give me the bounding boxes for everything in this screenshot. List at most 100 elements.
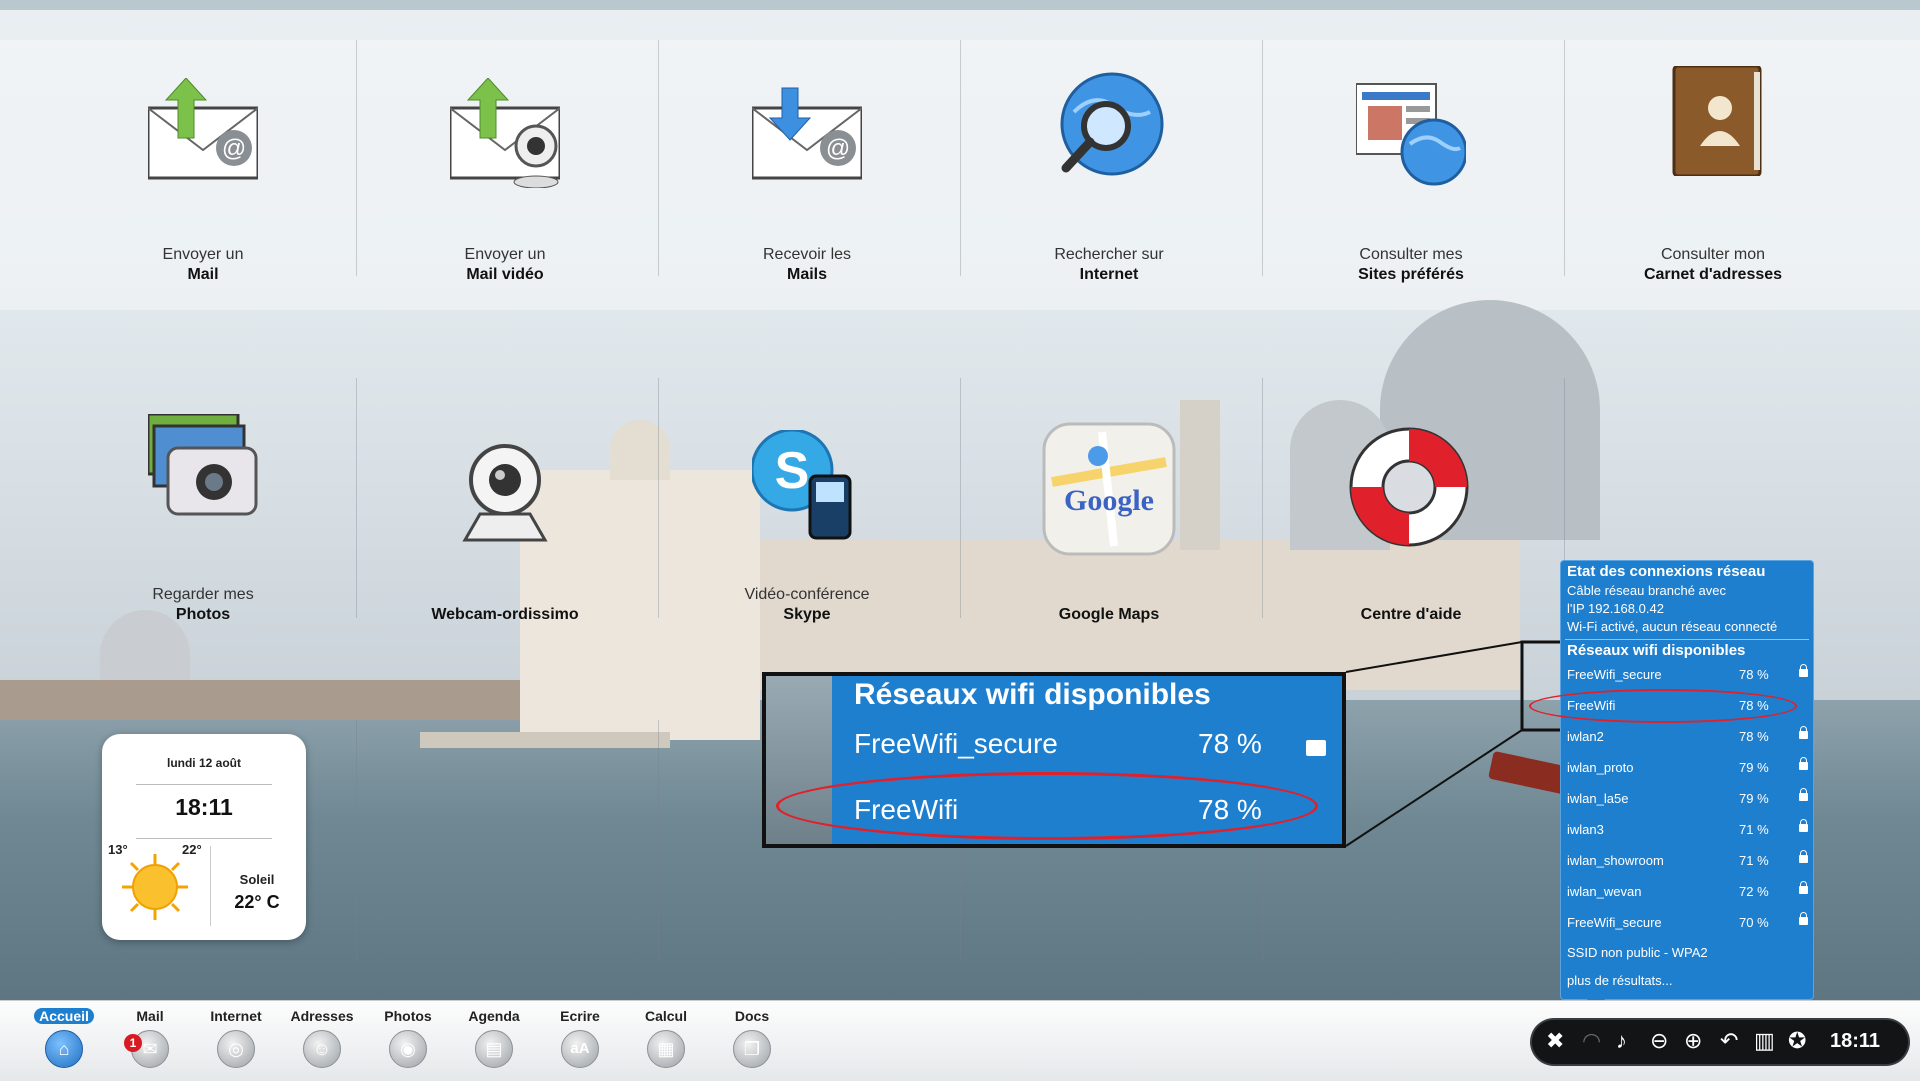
help-icon[interactable]: ✪: [1788, 1028, 1806, 1054]
system-tray: ✖ ◠ ♪ ⊖ ⊕ ↶ ▥ ✪ 18:11: [1532, 1020, 1908, 1064]
tile-label: Consulter mes: [1359, 246, 1463, 263]
zoom-title: Réseaux wifi disponibles: [854, 678, 1211, 711]
tile-title: Mails: [786, 266, 827, 283]
weather-time: 18:11: [175, 794, 233, 820]
tile-label: Consulter mon: [1660, 246, 1766, 263]
text-icon: aA: [561, 1030, 599, 1068]
zoom-callout: Réseaux wifi disponibles FreeWifi_secure…: [762, 672, 1346, 848]
tile-webcam[interactable]: Webcam-ordissimo: [354, 390, 656, 630]
taskbar-addresses[interactable]: Adresses ☺: [282, 1008, 362, 1068]
highlight-ellipse: [776, 772, 1318, 840]
undo-icon[interactable]: ↶: [1720, 1028, 1738, 1054]
weather-temp: 22° C: [234, 892, 280, 912]
taskbar-label: Adresses: [290, 1008, 354, 1024]
panel-title: Etat des connexions réseau: [1567, 563, 1766, 580]
wifi-network[interactable]: iwlan_proto 79 %: [1567, 757, 1808, 784]
svg-text:@: @: [826, 135, 850, 162]
ssid: iwlan_proto: [1567, 760, 1634, 775]
lifebuoy-icon: [1349, 427, 1469, 547]
ssid: FreeWifi_secure: [1567, 667, 1662, 682]
divider: [1565, 639, 1809, 640]
tile-skype[interactable]: S Vidéo-conférence Skype: [656, 390, 958, 630]
ssid: iwlan3: [1567, 822, 1604, 837]
taskbar-home[interactable]: Accueil ⌂: [24, 1008, 104, 1068]
lock-icon: [1799, 912, 1808, 925]
taskbar-label: Mail: [136, 1008, 164, 1024]
tile-title: Centre d'aide: [1360, 606, 1462, 623]
clock: 18:11: [1830, 1030, 1881, 1052]
tile-title: Carnet d'adresses: [1643, 266, 1783, 283]
tile-label: Rechercher sur: [1054, 246, 1164, 263]
wifi-network[interactable]: iwlan2 78 %: [1567, 726, 1808, 753]
tile-title: Webcam-ordissimo: [431, 606, 579, 623]
taskbar-internet[interactable]: Internet ◎: [196, 1008, 276, 1068]
wifi-icon[interactable]: ◠: [1582, 1028, 1601, 1054]
wifi-network[interactable]: iwlan_la5e 79 %: [1567, 788, 1808, 815]
signal: 78 %: [1739, 729, 1769, 744]
taskbar-label: Agenda: [468, 1008, 520, 1024]
search-globe-icon: [1060, 72, 1164, 176]
video-mail-icon: [450, 78, 560, 188]
taskbar-photos[interactable]: Photos ◉: [368, 1008, 448, 1068]
pier: [420, 732, 670, 748]
ssid: iwlan2: [1567, 729, 1604, 744]
skype-icon: S: [752, 430, 852, 540]
taskbar-write[interactable]: Ecrire aA: [540, 1008, 620, 1068]
tile-help-center[interactable]: Centre d'aide: [1260, 390, 1562, 630]
wifi-network[interactable]: iwlan3 71 %: [1567, 819, 1808, 846]
camera-icon: ◉: [389, 1030, 427, 1068]
signal: 79 %: [1739, 760, 1769, 775]
tile-label: Vidéo-conférence: [744, 586, 870, 603]
tile-address-book[interactable]: Consulter mon Carnet d'adresses: [1562, 50, 1864, 290]
tile-video-mail[interactable]: Envoyer un Mail vidéo: [354, 50, 656, 290]
address-book-icon: [1672, 66, 1762, 176]
unread-badge: 1: [124, 1034, 142, 1052]
tile-title: Google Maps: [1058, 606, 1160, 623]
lock-icon: [1799, 757, 1808, 770]
zoom-out-icon[interactable]: ⊖: [1650, 1028, 1668, 1054]
lock-icon: [1799, 788, 1808, 801]
highlight-ellipse: [1529, 689, 1797, 723]
tile-search-internet[interactable]: Rechercher sur Internet: [958, 50, 1260, 290]
tile-title: Mail vidéo: [466, 266, 544, 283]
svg-text:Google: Google: [1064, 484, 1154, 517]
weather-widget[interactable]: lundi 12 août 18:11 13° 22° Soleil 22° C: [102, 734, 306, 940]
wifi-network[interactable]: iwlan_showroom 71 %: [1567, 850, 1808, 877]
signal: 79 %: [1739, 791, 1769, 806]
hidden-ssid-option[interactable]: SSID non public - WPA2: [1567, 945, 1708, 960]
ssid: iwlan_showroom: [1567, 853, 1664, 868]
webcam-icon: [462, 444, 548, 542]
grid-line: [658, 720, 659, 960]
wifi-network[interactable]: iwlan_wevan 72 %: [1567, 881, 1808, 908]
tile-label: Envoyer un: [162, 246, 244, 263]
calculator-icon: ▦: [647, 1030, 685, 1068]
trash-icon[interactable]: ▥: [1754, 1028, 1775, 1054]
taskbar-agenda[interactable]: Agenda ▤: [454, 1008, 534, 1068]
tile-photos[interactable]: Regarder mes Photos: [52, 390, 354, 630]
settings-icon[interactable]: ✖: [1546, 1028, 1564, 1054]
tile-send-mail[interactable]: @ Envoyer un Mail: [52, 50, 354, 290]
signal: 72 %: [1739, 884, 1769, 899]
taskbar-docs[interactable]: Docs ❐: [712, 1008, 792, 1068]
tile-google-maps[interactable]: Google Google Maps: [958, 390, 1260, 630]
divider: [136, 838, 272, 839]
more-results-link[interactable]: plus de résultats...: [1567, 973, 1673, 988]
taskbar-calculator[interactable]: Calcul ▦: [626, 1008, 706, 1068]
top-band: [0, 0, 1920, 10]
lock-icon: [1799, 819, 1808, 832]
tile-title: Photos: [175, 606, 231, 623]
wifi-network[interactable]: FreeWifi_secure 78 %: [1567, 664, 1808, 691]
taskbar-label: Accueil: [34, 1008, 94, 1024]
divider: [210, 846, 211, 926]
ssid: iwlan_la5e: [1567, 791, 1629, 806]
volume-icon[interactable]: ♪: [1616, 1028, 1627, 1054]
wifi-network[interactable]: FreeWifi_secure 70 %: [1567, 912, 1808, 939]
tile-favorite-sites[interactable]: Consulter mes Sites préférés: [1260, 50, 1562, 290]
sun-icon: [122, 854, 188, 920]
globe-icon: ◎: [217, 1030, 255, 1068]
weather-date: lundi 12 août: [166, 756, 241, 770]
tile-receive-mail[interactable]: @ Recevoir les Mails: [656, 50, 958, 290]
zoom-in-icon[interactable]: ⊕: [1684, 1028, 1702, 1054]
signal: 78 %: [1739, 667, 1769, 682]
taskbar-mail[interactable]: Mail ✉ 1: [110, 1008, 190, 1068]
